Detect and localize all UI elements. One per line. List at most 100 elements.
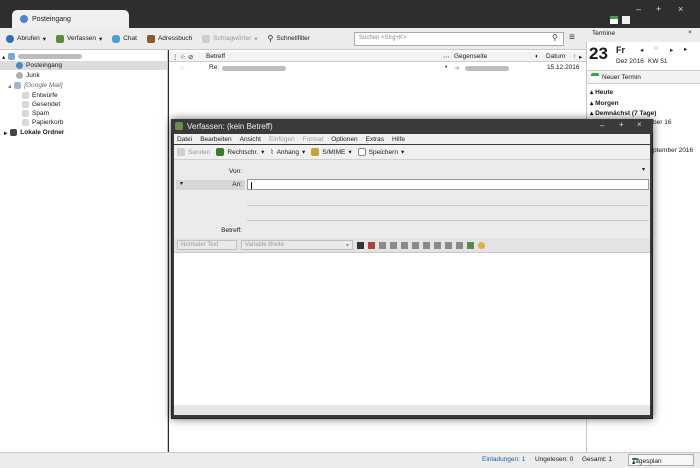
outdent-icon[interactable] <box>434 241 441 249</box>
column-subject[interactable]: Betreff <box>206 53 225 60</box>
folder-inbox[interactable]: Posteingang <box>0 61 167 70</box>
search-icon[interactable]: ⚲ <box>552 33 558 42</box>
font-size-icon[interactable] <box>368 241 375 249</box>
column-correspondent[interactable]: Gegenseite <box>454 53 487 60</box>
smime-button[interactable]: S/MIME ▾ <box>311 148 352 156</box>
expand-icon[interactable]: ▸ <box>684 45 687 53</box>
event-fragment-1[interactable]: ber 16 <box>653 119 671 126</box>
table-row[interactable]: ☆ Re: • ➔ 15.12.2016 <box>169 63 586 73</box>
maximize-icon[interactable]: + <box>656 4 661 14</box>
collapse-icon[interactable]: ▴ <box>8 82 11 90</box>
menu-insert[interactable]: Einfügen <box>269 136 295 143</box>
junk-column-icon[interactable]: ◐ <box>535 53 539 60</box>
close-icon[interactable]: × <box>688 29 692 36</box>
column-picker-icon[interactable]: ▸ <box>579 53 582 61</box>
chevron-down-icon[interactable]: ▾ <box>401 148 404 156</box>
underline-icon[interactable] <box>401 241 408 249</box>
junk-icon <box>16 72 23 79</box>
tab-inbox[interactable]: Posteingang <box>12 10 129 28</box>
day-plan-button[interactable]: Tagesplan ▴ <box>628 454 694 466</box>
attachment-column-icon[interactable]: ⊘ <box>188 53 193 61</box>
new-event-label: Neuer Termin <box>602 73 641 81</box>
text-color-icon[interactable] <box>357 241 364 249</box>
menu-tools[interactable]: Extras <box>366 136 384 143</box>
chevron-down-icon[interactable]: ▾ <box>99 35 102 43</box>
align-icon[interactable] <box>456 241 463 249</box>
bold-icon[interactable] <box>379 241 386 249</box>
folder-sent[interactable]: Gesendet <box>22 100 60 109</box>
smiley-icon[interactable] <box>478 241 485 249</box>
chevron-down-icon: ▾ <box>345 242 349 249</box>
numbered-list-icon[interactable] <box>423 241 430 249</box>
insert-icon[interactable] <box>467 241 474 249</box>
folder-local[interactable]: ▸ Lokale Ordner <box>4 128 64 137</box>
read-column-icon[interactable]: ⋯ <box>443 53 450 61</box>
folder-google-mail[interactable]: ▴ [Google Mail] <box>8 81 63 90</box>
from-select[interactable]: ▾ <box>247 165 649 176</box>
quick-filter-button[interactable]: ⚲ Schnellfilter <box>268 34 310 43</box>
today-dot-icon[interactable]: ○ <box>654 45 658 52</box>
menu-options[interactable]: Optionen <box>331 136 357 143</box>
close-icon[interactable]: × <box>637 120 642 129</box>
new-event-button[interactable]: Neuer Termin <box>587 70 700 84</box>
subject-prefix: Re: <box>209 64 220 71</box>
to-input[interactable] <box>247 179 649 190</box>
invitations-link[interactable]: Einladungen: 1 <box>482 456 525 463</box>
column-date[interactable]: Datum <box>546 53 565 60</box>
subject-input[interactable] <box>247 225 649 236</box>
compose-body[interactable] <box>174 253 650 405</box>
menu-help[interactable]: Hilfe <box>392 136 405 143</box>
chevron-down-icon[interactable]: ▾ <box>43 35 46 43</box>
maximize-icon[interactable]: + <box>619 120 624 129</box>
menu-edit[interactable]: Bearbeiten <box>200 136 231 143</box>
get-mail-button[interactable]: Abrufen ▾ <box>6 34 46 43</box>
menu-view[interactable]: Ansicht <box>240 136 261 143</box>
sort-icon[interactable]: ↑ <box>573 53 576 60</box>
correspondent-redacted <box>465 66 509 71</box>
thread-column-icon[interactable]: ⋮ <box>172 53 179 61</box>
account-row[interactable]: ▴ <box>2 52 83 61</box>
menu-format[interactable]: Format <box>303 136 324 143</box>
section-upcoming[interactable]: ▴ Demnächst (7 Tage) <box>590 109 656 117</box>
event-fragment-2[interactable]: ptember 2016 <box>653 147 693 154</box>
app-menu-icon[interactable]: ≡ <box>569 32 575 43</box>
prev-day-icon[interactable]: ◂ <box>640 46 643 54</box>
tags-button[interactable]: Schlagwörter ▾ <box>202 34 258 43</box>
menu-file[interactable]: Datei <box>177 136 192 143</box>
chevron-down-icon[interactable]: ▾ <box>261 148 264 156</box>
paragraph-format-select[interactable]: Normaler Text <box>177 240 237 250</box>
section-label: Heute <box>595 89 614 96</box>
next-day-icon[interactable]: ▸ <box>670 46 673 54</box>
star-column-icon[interactable]: ☆ <box>180 53 186 61</box>
save-button[interactable]: Speichern ▾ <box>357 148 404 156</box>
folder-junk[interactable]: Junk <box>16 71 40 80</box>
search-input[interactable]: Suchen <Strg+K> <box>354 32 564 46</box>
attach-button[interactable]: ⌇ Anhang ▾ <box>270 148 305 157</box>
minimize-icon[interactable]: – <box>600 121 604 130</box>
folder-drafts[interactable]: Entwürfe <box>22 91 58 100</box>
expand-icon[interactable]: ▸ <box>4 129 7 137</box>
minimize-icon[interactable]: – <box>636 4 641 14</box>
compose-button[interactable]: Verfassen ▾ <box>56 34 102 43</box>
font-select[interactable]: Variable Breite ▾ <box>241 240 353 250</box>
folder-spam[interactable]: Spam <box>22 109 49 118</box>
address-book-button[interactable]: Adressbuch <box>146 34 192 43</box>
star-icon[interactable]: ☆ <box>179 64 185 72</box>
bulleted-list-icon[interactable] <box>412 241 419 249</box>
tasks-icon[interactable] <box>622 16 630 24</box>
section-today[interactable]: ▴ Heute <box>590 88 613 96</box>
chevron-down-icon[interactable]: ▾ <box>254 35 257 43</box>
chat-button[interactable]: Chat <box>112 34 137 43</box>
section-tomorrow[interactable]: ▴ Morgen <box>590 99 619 107</box>
chevron-down-icon[interactable]: ▾ <box>348 148 351 156</box>
indent-icon[interactable] <box>445 241 452 249</box>
chevron-down-icon[interactable]: ▾ <box>302 148 305 156</box>
collapse-icon[interactable]: ▴ <box>2 53 5 61</box>
send-button[interactable]: Senden <box>177 148 210 156</box>
spelling-button[interactable]: Rechtschr. ▾ <box>216 148 264 156</box>
italic-icon[interactable] <box>390 241 397 249</box>
close-icon[interactable]: × <box>678 4 683 14</box>
calendar-icon[interactable] <box>610 16 618 24</box>
read-status-dot[interactable]: • <box>445 64 447 71</box>
folder-trash[interactable]: Papierkorb <box>22 118 63 127</box>
